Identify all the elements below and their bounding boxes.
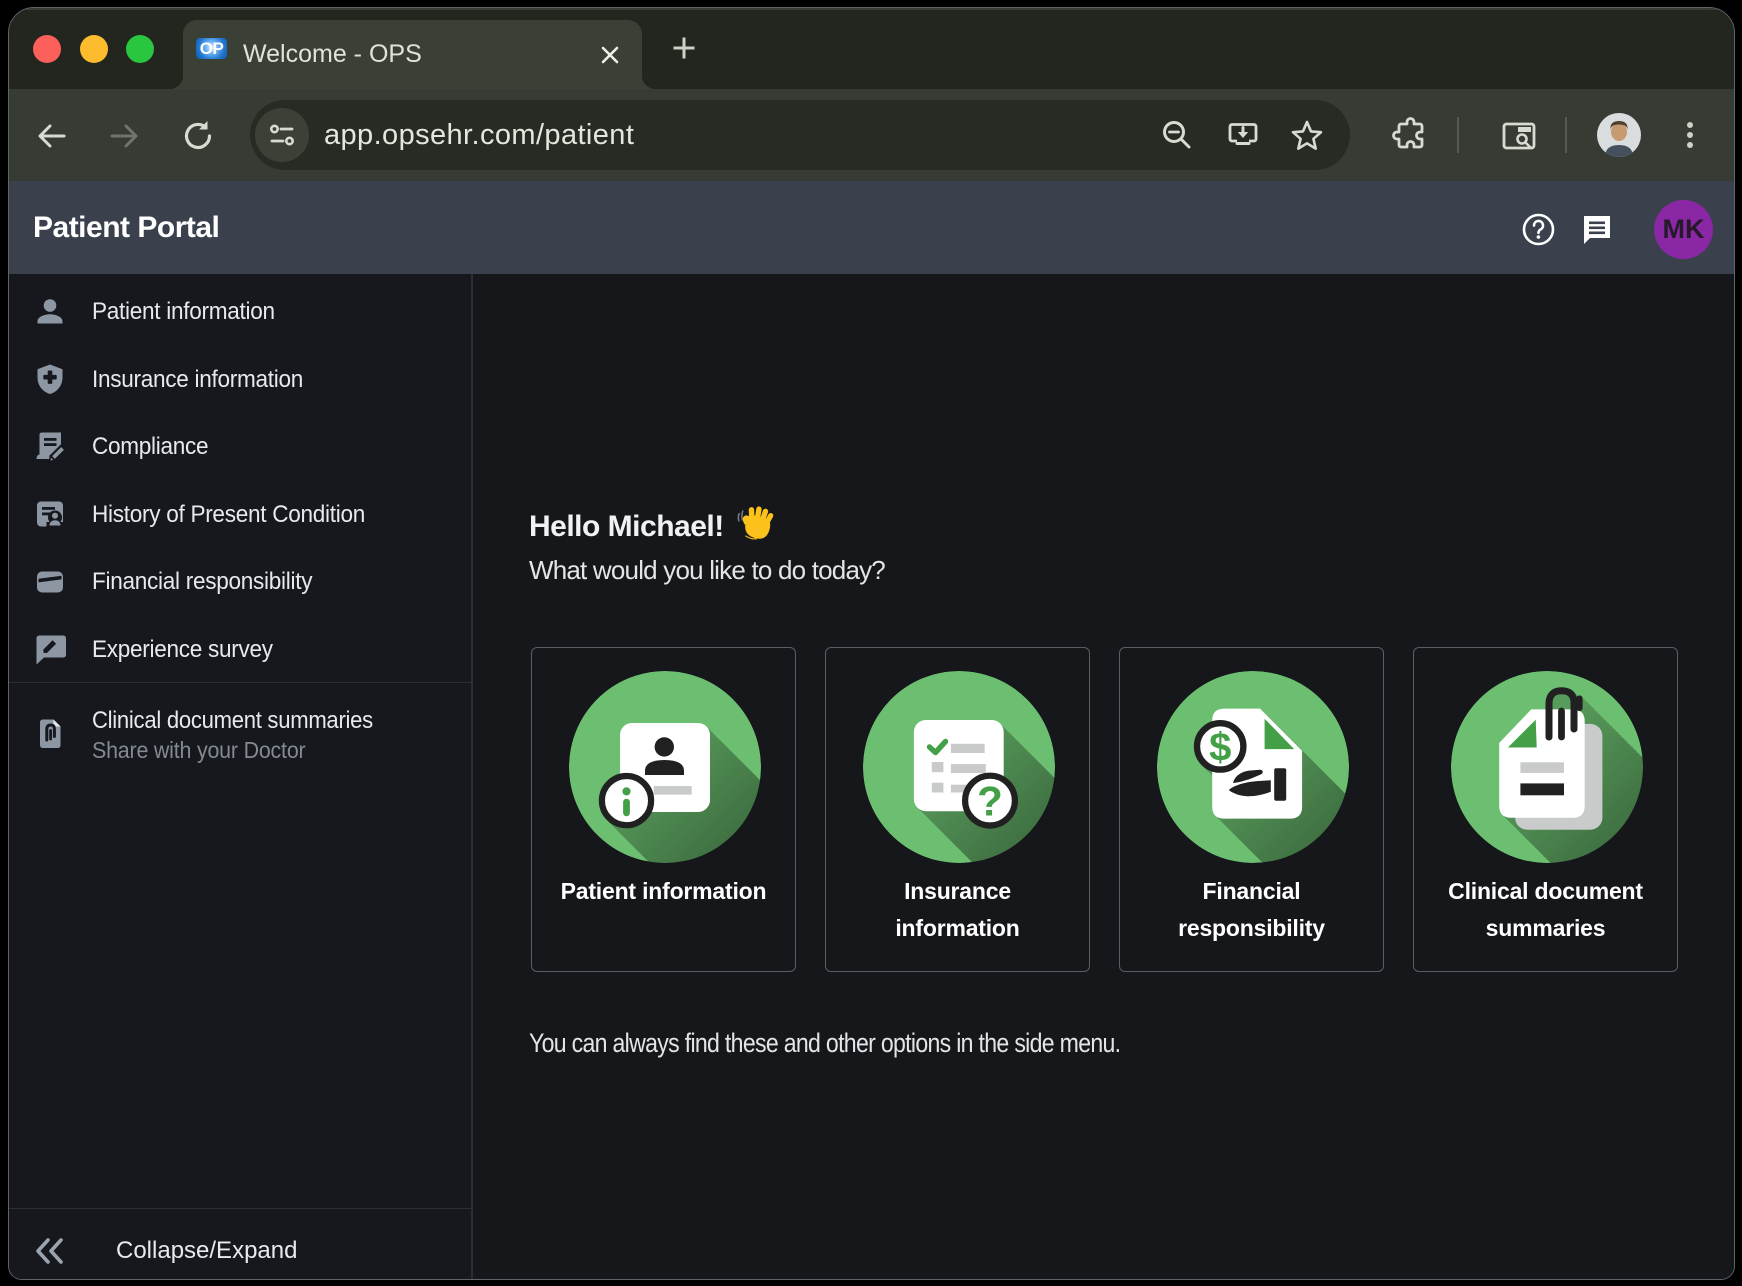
- svg-text:$: $: [1209, 725, 1231, 769]
- svg-text:?: ?: [977, 777, 1003, 824]
